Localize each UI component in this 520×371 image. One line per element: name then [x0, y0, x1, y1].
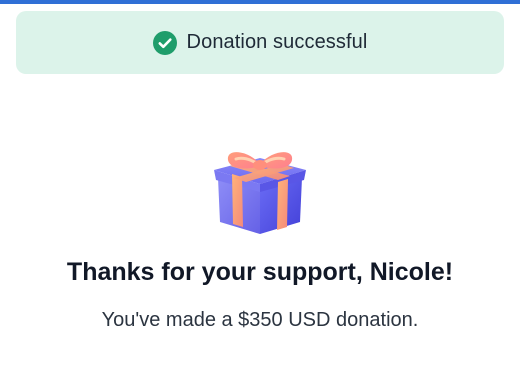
success-toast: Donation successful	[16, 11, 504, 74]
thank-you-title: Thanks for your support, Nicole!	[66, 258, 454, 286]
gift-icon	[204, 126, 316, 238]
check-circle-icon	[152, 30, 177, 55]
donation-summary: You've made a $350 USD donation.	[101, 309, 419, 331]
toast-message: Donation successful	[186, 31, 368, 53]
top-accent-bar	[0, 0, 520, 4]
